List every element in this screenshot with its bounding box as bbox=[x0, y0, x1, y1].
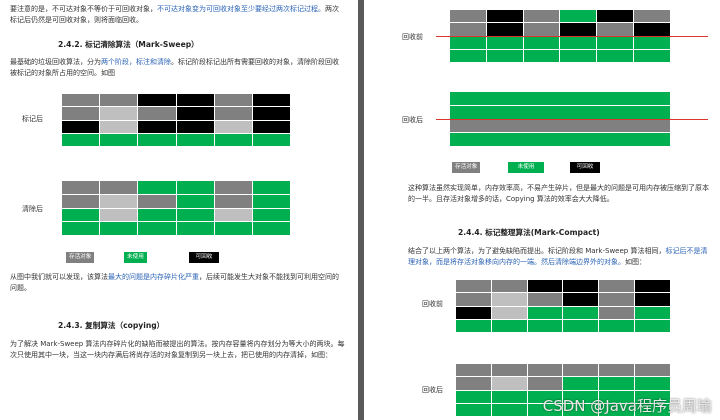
mark-sweep-paragraph: 最基础的垃圾回收算法，分为两个阶段，标注和清除。标记阶段标记出所有需要回收的对象… bbox=[10, 57, 342, 79]
mark-sweep-conclusion: 从图中我们就可以发现，该算法最大的问题是内存碎片化严重，后续可能发生大对象不能找… bbox=[10, 272, 345, 294]
legend-unused-right: 未使用 bbox=[508, 162, 544, 173]
csdn-watermark: CSDN @Java程序员周瑜 bbox=[542, 397, 712, 415]
section-title-mark-sweep: 2.4.2. 标记清除算法（Mark-Sweep） bbox=[58, 40, 199, 49]
section-title-mark-compact: 2.4.4. 标记整理算法(Mark-Compact) bbox=[458, 228, 600, 237]
copying-paragraph: 为了解决 Mark-Sweep 算法内存碎片化的缺陷而被提出的算法。按内存容量将… bbox=[10, 340, 345, 359]
intro-paragraph: 要注意的是，不可达对象不等价于可回收对象，不可达对象变为可回收对象至少要经过两次… bbox=[10, 4, 340, 26]
ms-concl-highlight: 最大的问题是内存碎片化严重 bbox=[108, 273, 199, 281]
mark-compact-paragraph: 结合了以上两个算法，为了避免缺陷而提出。标记阶段和 Mark-Sweep 算法相… bbox=[408, 246, 713, 268]
memory-grid-after-mark bbox=[62, 94, 290, 146]
legend-alive: 存活对象 bbox=[66, 252, 95, 263]
legend-recyclable: 可回收 bbox=[189, 252, 219, 263]
left-document-page: 要注意的是，不可达对象不等价于可回收对象，不可达对象变为可回收对象至少要经过两次… bbox=[0, 0, 358, 420]
legend-alive-right: 存活对象 bbox=[452, 162, 481, 173]
ms-highlight: 两个阶段，标注和清除 bbox=[101, 58, 171, 66]
section-title-copying: 2.4.3. 复制算法（copying） bbox=[58, 321, 165, 330]
half-divider-line-before bbox=[436, 36, 708, 37]
right-document-page: 回收前 回收后 存活对象 未使用 可回收 这种算法虽然实现简单，内存效率高，不易… bbox=[364, 0, 720, 420]
label-after-mark: 标记后 bbox=[22, 115, 43, 123]
label-after-copy: 回收后 bbox=[402, 116, 423, 124]
copying-conclusion: 这种算法虽然实现简单，内存效率高，不易产生碎片，但是最大的问题是可用内存被压缩到… bbox=[408, 184, 709, 203]
legend-unused: 未使用 bbox=[124, 252, 147, 263]
legend-recyclable-right: 可回收 bbox=[570, 162, 600, 173]
mc-text-a: 结合了以上两个算法，为了避免缺陷而提出。标记阶段和 Mark-Sweep 算法相… bbox=[408, 247, 666, 255]
label-after-compact: 回收后 bbox=[422, 386, 443, 394]
label-before-compact: 回收前 bbox=[422, 300, 443, 308]
intro-highlight: 不可达对象变为可回收对象至少要经过两次标记过程。 bbox=[157, 5, 325, 13]
ms-text-a: 最基础的垃圾回收算法，分为 bbox=[10, 58, 101, 66]
memory-grid-after-clear bbox=[62, 181, 290, 235]
mc-text-b: 如图： bbox=[625, 258, 646, 266]
label-after-clear: 清除后 bbox=[22, 205, 43, 213]
label-before-copy: 回收前 bbox=[402, 33, 423, 41]
ms-concl-text-a: 从图中我们就可以发现，该算法 bbox=[10, 273, 108, 281]
half-divider-line-after bbox=[436, 119, 708, 120]
memory-grid-before-compact bbox=[456, 280, 670, 332]
intro-text-1: 要注意的是，不可达对象不等价于可回收对象， bbox=[10, 5, 157, 13]
